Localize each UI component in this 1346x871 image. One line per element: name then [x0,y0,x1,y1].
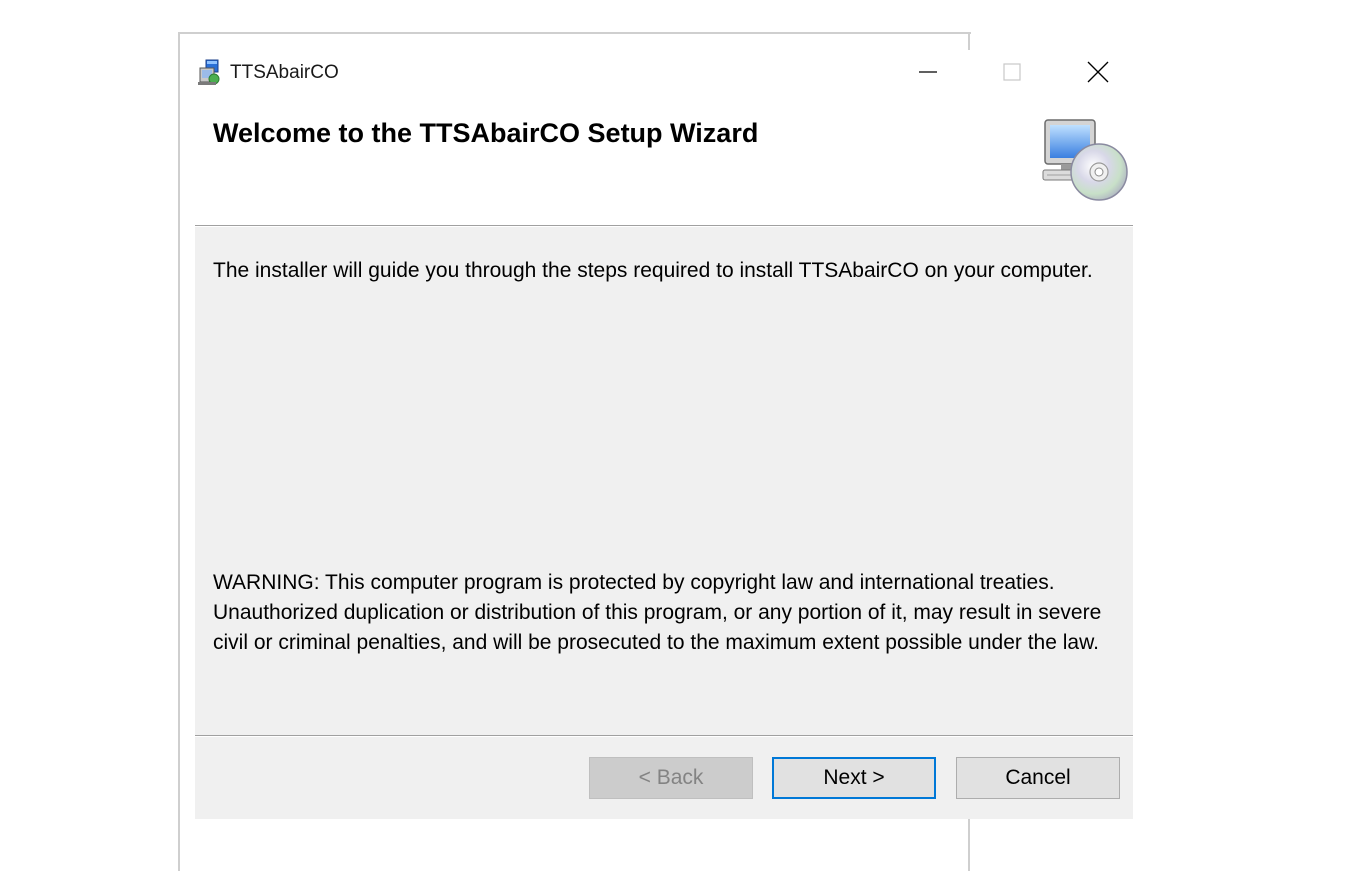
background-window-frame-left [178,32,180,871]
minimize-icon [919,71,937,73]
installer-app-icon [197,58,223,86]
intro-text: The installer will guide you through the… [213,259,1093,282]
back-button: < Back [589,757,753,799]
close-button[interactable] [1075,50,1121,94]
setup-wizard-dialog: TTSAbairCO Welcome to the TTSAbairCO Set… [195,50,1133,819]
background-window-frame-top [178,32,971,34]
next-button[interactable]: Next > [772,757,936,799]
wizard-body: The installer will guide you through the… [195,227,1133,735]
cancel-button[interactable]: Cancel [956,757,1120,799]
wizard-footer: < Back Next > Cancel [195,737,1133,819]
maximize-icon [1003,63,1021,81]
title-bar[interactable]: TTSAbairCO [195,50,1133,94]
minimize-button[interactable] [905,50,951,94]
page-title: Welcome to the TTSAbairCO Setup Wizard [213,118,759,148]
window-title: TTSAbairCO [230,62,339,83]
close-icon [1087,61,1109,83]
computer-cd-icon [1037,116,1129,204]
wizard-header: Welcome to the TTSAbairCO Setup Wizard [195,94,1133,225]
maximize-button [989,50,1035,94]
copyright-warning-text: WARNING: This computer program is protec… [213,571,1102,654]
